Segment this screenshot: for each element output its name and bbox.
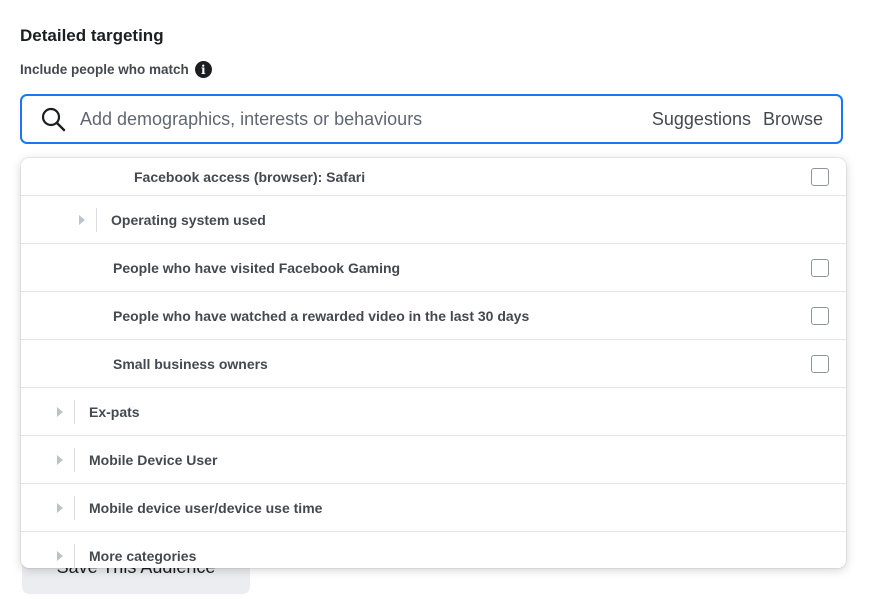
- checkbox[interactable]: [811, 258, 829, 277]
- browse-link[interactable]: Browse: [763, 109, 823, 130]
- section-subtitle: Include people who match i: [20, 61, 212, 78]
- list-item[interactable]: Operating system used: [21, 196, 846, 244]
- suggestions-link[interactable]: Suggestions: [652, 109, 751, 130]
- list-item-label: People who have visited Facebook Gaming: [113, 259, 401, 276]
- list-item-label: Operating system used: [111, 211, 266, 228]
- detailed-targeting-search: Suggestions Browse: [20, 94, 843, 144]
- list-item-label: More categories: [89, 548, 197, 564]
- expand-caret-icon[interactable]: [47, 447, 75, 472]
- checkbox[interactable]: [811, 306, 829, 325]
- info-icon[interactable]: i: [194, 61, 212, 78]
- expand-caret-icon[interactable]: [47, 544, 75, 568]
- list-item-label: Mobile device user/device use time: [89, 499, 323, 516]
- search-icon: [41, 107, 66, 132]
- subtitle-label: Include people who match: [20, 62, 189, 77]
- expand-caret-icon[interactable]: [47, 495, 75, 520]
- checkbox[interactable]: [811, 354, 829, 373]
- list-item-label: Facebook access (browser): Safari: [134, 168, 366, 185]
- section-title: Detailed targeting: [20, 26, 164, 45]
- browse-dropdown: Facebook access (browser): Safari Operat…: [21, 158, 846, 568]
- list-item[interactable]: Small business owners: [21, 340, 846, 388]
- list-item[interactable]: Facebook access (browser): Safari: [21, 158, 846, 196]
- list-item-label: Mobile Device User: [89, 451, 218, 468]
- list-item[interactable]: More categories: [21, 532, 846, 568]
- list-item[interactable]: People who have visited Facebook Gaming: [21, 244, 846, 292]
- list-item-label: Small business owners: [113, 355, 268, 372]
- expand-caret-icon[interactable]: [47, 399, 75, 424]
- list-item-label: People who have watched a rewarded video…: [113, 307, 530, 324]
- list-item-label: Ex-pats: [89, 403, 140, 420]
- list-item[interactable]: Ex-pats: [21, 388, 846, 436]
- expand-caret-icon[interactable]: [69, 207, 97, 232]
- list-item[interactable]: Mobile Device User: [21, 436, 846, 484]
- search-input[interactable]: [80, 108, 640, 130]
- checkbox[interactable]: [811, 167, 829, 186]
- list-item[interactable]: People who have watched a rewarded video…: [21, 292, 846, 340]
- list-item[interactable]: Mobile device user/device use time: [21, 484, 846, 532]
